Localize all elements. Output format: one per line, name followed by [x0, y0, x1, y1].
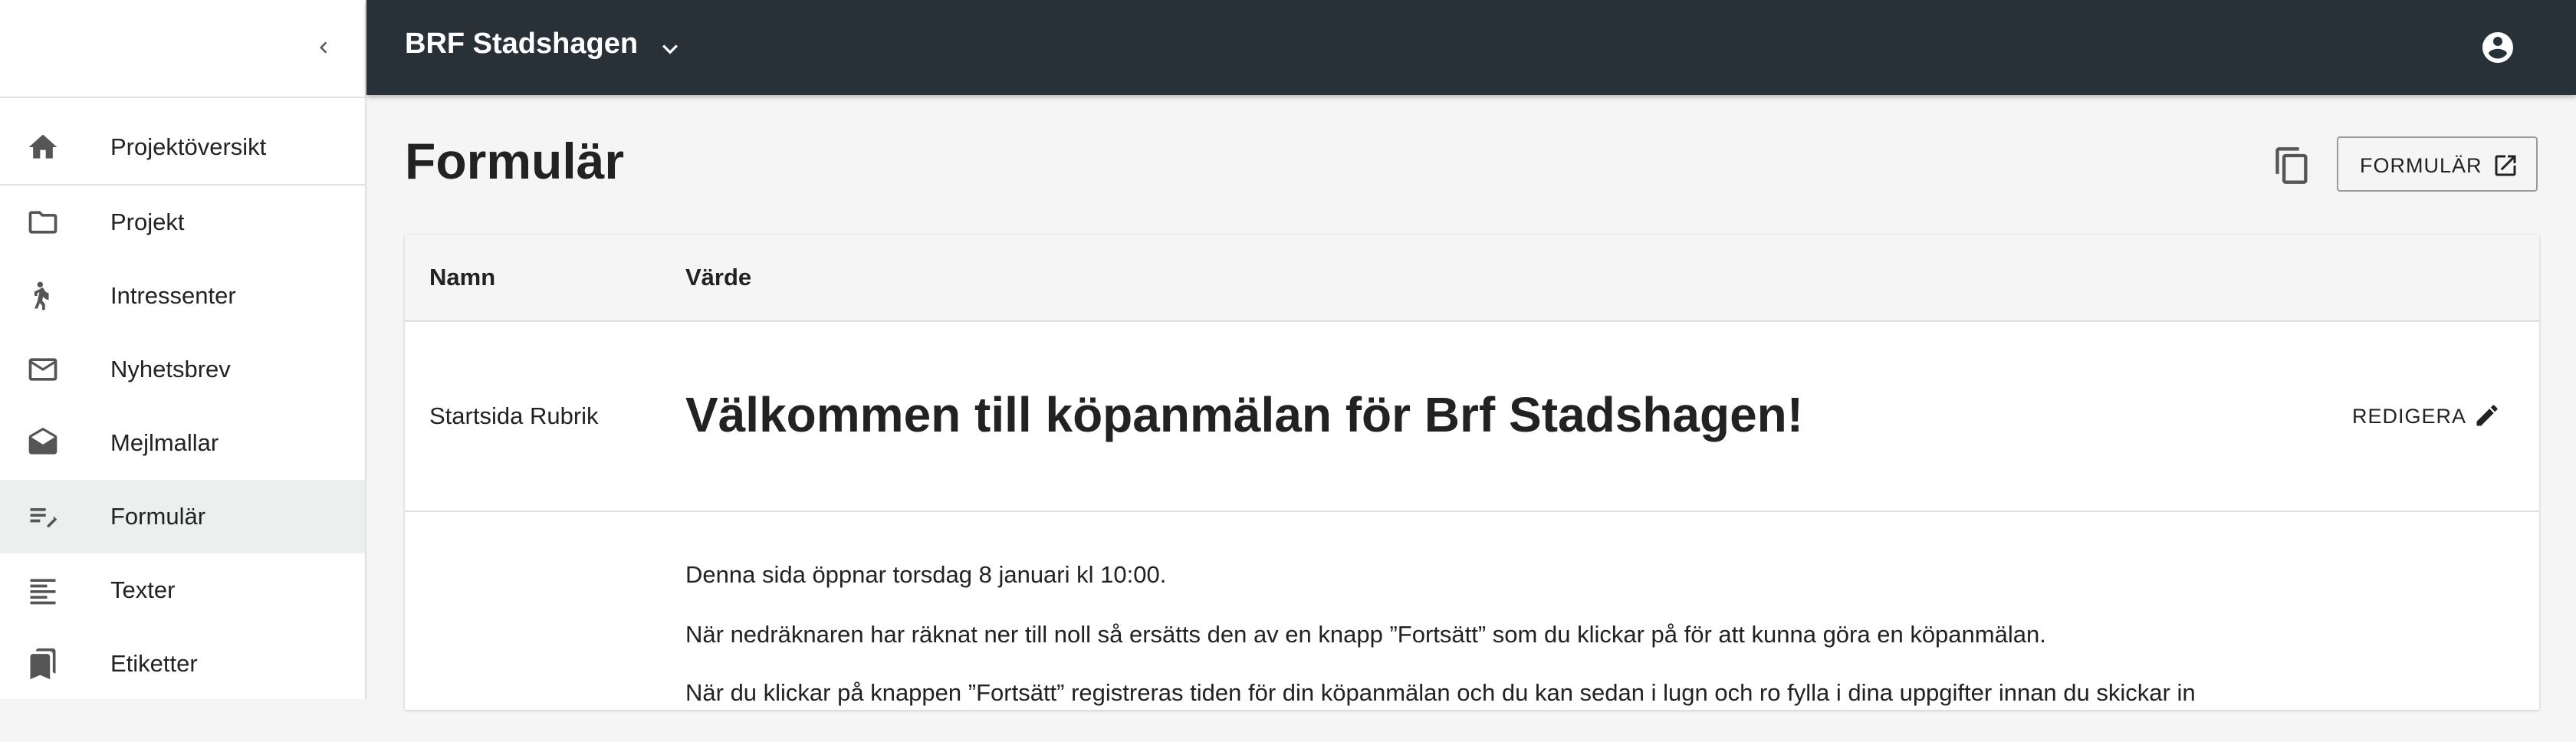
row-name: Startsida Rubrik [429, 402, 599, 429]
chevron-left-icon [320, 41, 327, 54]
project-selector[interactable]: BRF Stadshagen [405, 28, 638, 61]
sidebar-divider [0, 97, 366, 98]
top-app-bar: BRF Stadshagen [366, 0, 2576, 95]
bookmarks-icon [30, 648, 56, 680]
table-row: Denna sida öppnar torsdag 8 januari kl 1… [405, 512, 2539, 742]
sidebar-item-mejlmallar[interactable]: Mejlmallar [0, 406, 365, 480]
text-lines-icon [30, 579, 56, 605]
row-value-paragraph: Denna sida öppnar torsdag 8 januari kl 1… [685, 561, 1167, 588]
collapse-sidebar-button[interactable] [299, 31, 348, 64]
copy-icon[interactable] [2272, 146, 2312, 186]
mail-icon [28, 358, 58, 381]
sidebar-item-label: Etiketter [110, 650, 198, 677]
folder-icon [28, 211, 58, 234]
sidebar-item-nyhetsbrev[interactable]: Nyhetsbrev [0, 333, 365, 406]
column-header-name: Namn [429, 264, 496, 291]
open-form-button-label: FORMULÄR [2360, 154, 2482, 177]
account-icon[interactable] [2479, 29, 2516, 66]
row-value-heading: Välkommen till köpanmälan för Brf Stadsh… [685, 387, 1804, 442]
sidebar-item-label: Texter [110, 576, 176, 603]
form-fields-table: Namn Värde Startsida Rubrik Välkommen ti… [405, 235, 2539, 710]
sidebar-item-projekt[interactable]: Projekt [0, 186, 365, 259]
chevron-down-icon[interactable] [655, 34, 685, 64]
home-icon [28, 134, 58, 159]
sidebar-item-texter[interactable]: Texter [0, 553, 365, 627]
table-row: Startsida Rubrik Välkommen till köpanmäl… [405, 322, 2539, 512]
open-mail-icon [28, 427, 58, 455]
edit-button[interactable]: REDIGERA [2352, 389, 2521, 440]
sidebar-item-intressenter[interactable]: Intressenter [0, 259, 365, 333]
sidebar-item-projektoversikt[interactable]: Projektöversikt [0, 110, 365, 184]
row-value-paragraph: När nedräknaren har räknat ner till noll… [685, 621, 2046, 648]
sidebar: Projektöversikt Projekt Intressenter Nyh… [0, 0, 366, 699]
sidebar-item-label: Mejlmallar [110, 429, 219, 456]
edit-button-label: REDIGERA [2352, 405, 2467, 428]
sidebar-item-label: Nyhetsbrev [110, 356, 231, 382]
open-form-button[interactable]: FORMULÄR [2337, 136, 2538, 192]
open-in-new-icon [2495, 155, 2516, 176]
sidebar-item-formular[interactable]: Formulär [0, 480, 365, 553]
sidebar-item-label: Formulär [110, 503, 206, 530]
page-title: Formulär [405, 133, 625, 189]
person-icon [34, 281, 49, 310]
sidebar-item-etiketter[interactable]: Etiketter [0, 627, 365, 701]
sidebar-item-label: Projekt [110, 208, 185, 235]
sidebar-item-label: Intressenter [110, 282, 236, 309]
row-value-paragraph: När du klickar på knappen ”Fortsätt” reg… [685, 679, 2196, 706]
column-header-value: Värde [685, 264, 752, 291]
edit-note-icon [30, 508, 58, 527]
pencil-icon [2476, 405, 2498, 426]
sidebar-item-label: Projektöversikt [110, 133, 267, 160]
table-header: Namn Värde [405, 235, 2539, 322]
